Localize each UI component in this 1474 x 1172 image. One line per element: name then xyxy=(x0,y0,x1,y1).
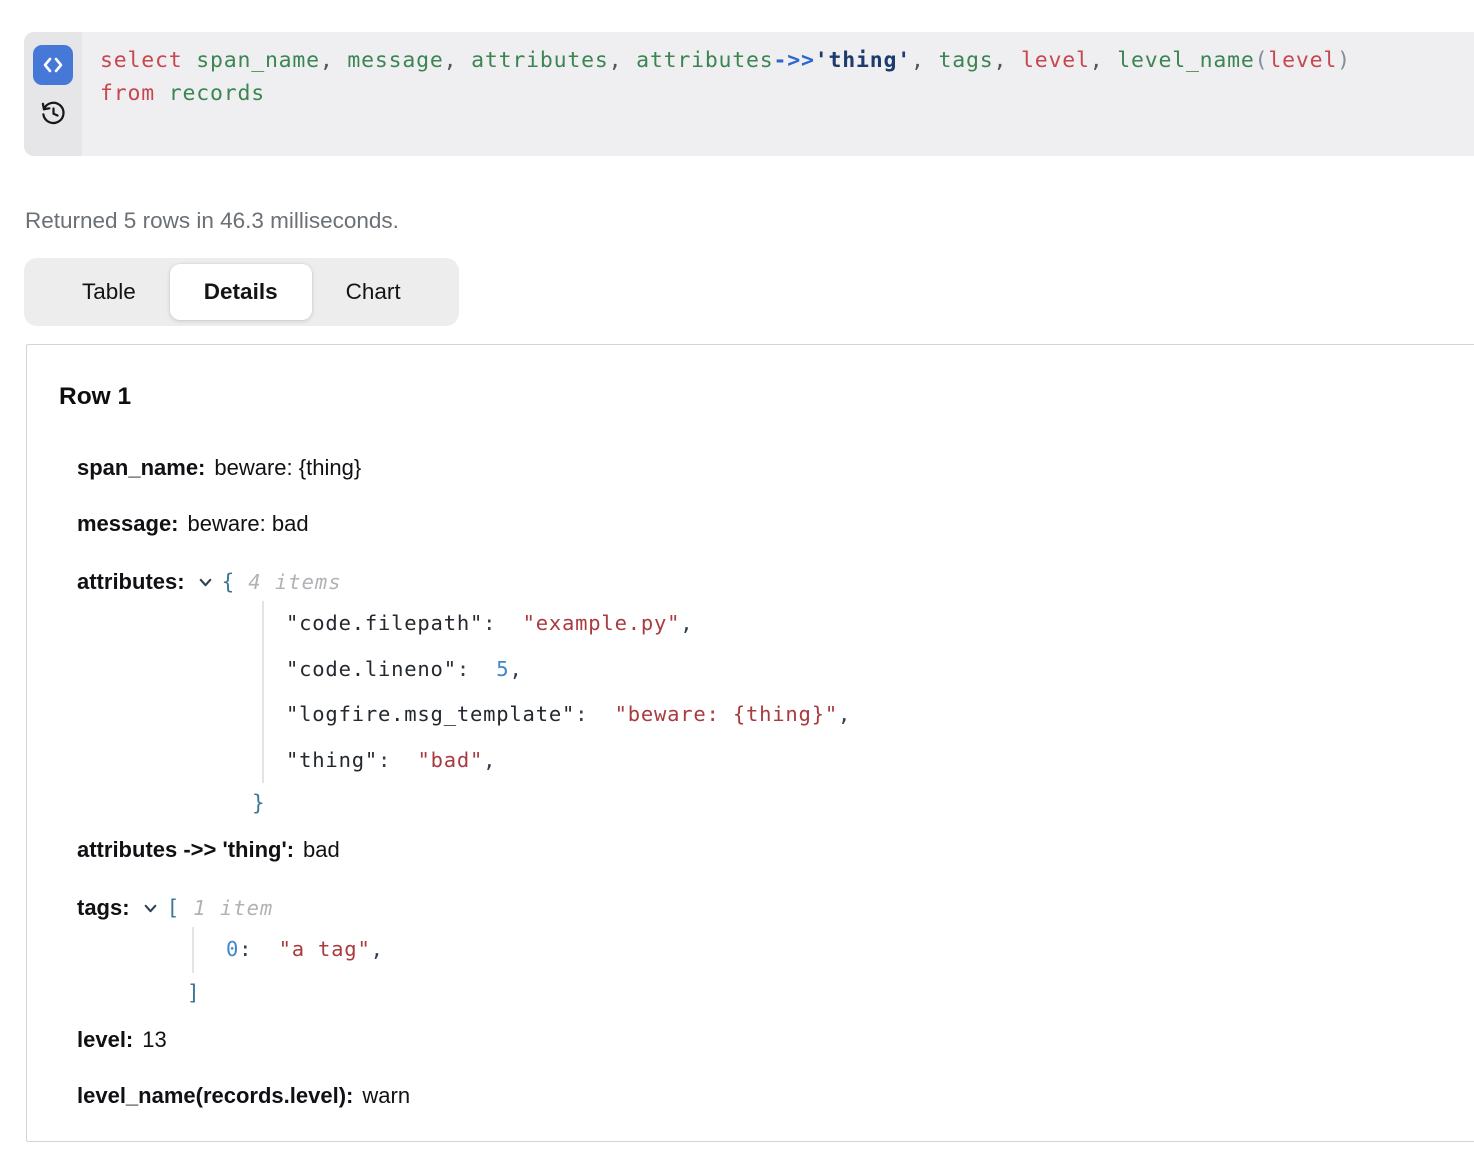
field-label: attributes ->> 'thing': xyxy=(77,837,294,862)
json-entry: "thing": "bad", xyxy=(286,738,1474,784)
field-label: level_name(records.level): xyxy=(77,1083,353,1108)
tab-details[interactable]: Details xyxy=(170,264,312,320)
field-level: level: 13 xyxy=(77,1027,1474,1052)
json-entry: "code.lineno": 5, xyxy=(286,647,1474,693)
sql-editor[interactable]: select span_name, message, attributes, a… xyxy=(24,32,1474,156)
field-label: tags: xyxy=(77,893,130,923)
sql-query-text[interactable]: select span_name, message, attributes, a… xyxy=(82,32,1361,156)
field-value: warn xyxy=(362,1083,410,1108)
history-button[interactable] xyxy=(38,98,68,128)
sql-line-2: from records xyxy=(100,77,1351,110)
field-value: beware: bad xyxy=(188,511,309,536)
tab-table[interactable]: Table xyxy=(48,264,170,320)
field-message: message: beware: bad xyxy=(77,511,1474,536)
editor-gutter xyxy=(24,32,82,156)
json-item-count: 1 item xyxy=(193,893,273,923)
json-open-bracket: [ xyxy=(167,893,180,923)
code-icon xyxy=(41,53,65,77)
tags-json-entries: 0: "a tag", xyxy=(192,927,1474,973)
json-entry: 0: "a tag", xyxy=(226,927,1474,973)
chevron-down-icon[interactable] xyxy=(197,574,214,591)
field-label: attributes: xyxy=(77,567,185,597)
json-entry: "code.filepath": "example.py", xyxy=(286,601,1474,647)
field-span-name: span_name: beware: {thing} xyxy=(77,455,1474,480)
row-title: Row 1 xyxy=(59,383,1474,411)
field-label: message: xyxy=(77,511,179,536)
field-value: beware: {thing} xyxy=(214,455,361,480)
json-open-brace: { xyxy=(222,567,235,597)
sql-line-1: select span_name, message, attributes, a… xyxy=(100,44,1351,77)
attributes-json-entries: "code.filepath": "example.py", "code.lin… xyxy=(262,601,1474,783)
field-attributes: attributes: { 4 items "code.filepath": "… xyxy=(77,567,1474,823)
field-value: 13 xyxy=(142,1027,166,1052)
result-view-tabs: Table Details Chart xyxy=(24,258,459,326)
chevron-down-icon[interactable] xyxy=(142,900,159,917)
details-panel: Row 1 span_name: beware: {thing} message:… xyxy=(26,344,1474,1142)
field-label: span_name: xyxy=(77,455,205,480)
json-entry: "logfire.msg_template": "beware: {thing}… xyxy=(286,692,1474,738)
field-attributes-thing: attributes ->> 'thing': bad xyxy=(77,837,1474,862)
field-tags: tags: [ 1 item 0: "a tag", ] xyxy=(77,893,1474,1013)
json-close-brace: } xyxy=(252,783,1474,823)
tab-chart[interactable]: Chart xyxy=(312,264,435,320)
code-button[interactable] xyxy=(33,45,73,85)
field-level-name: level_name(records.level): warn xyxy=(77,1083,1474,1108)
json-item-count: 4 items xyxy=(248,567,341,597)
field-label: level: xyxy=(77,1027,133,1052)
json-close-bracket: ] xyxy=(187,973,1474,1013)
history-icon xyxy=(40,100,67,127)
field-value: bad xyxy=(303,837,340,862)
query-status-text: Returned 5 rows in 46.3 milliseconds. xyxy=(25,208,399,234)
